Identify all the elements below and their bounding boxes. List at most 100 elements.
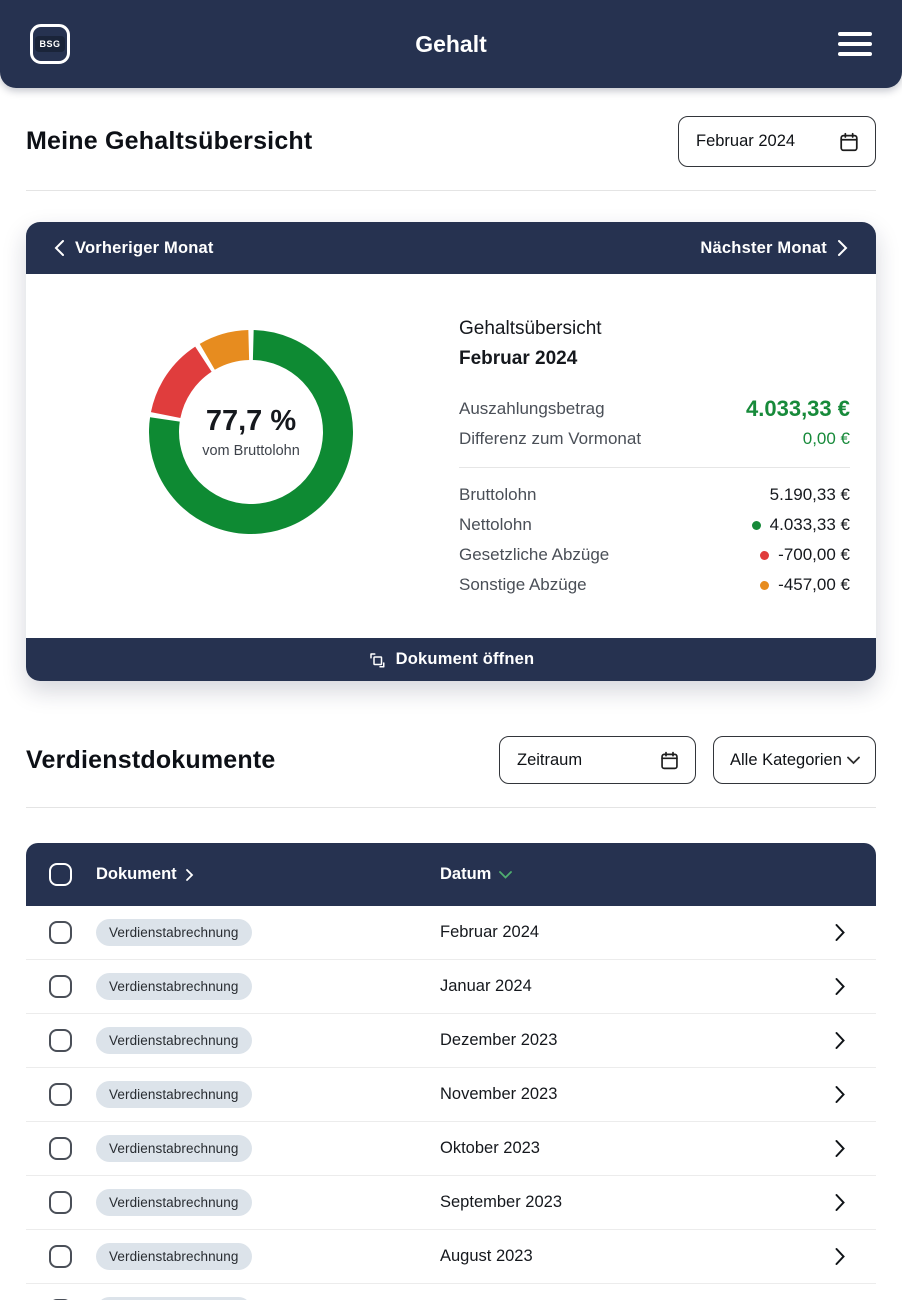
date-column-label: Datum <box>440 865 491 884</box>
salary-card-body: 77,7 % vom Bruttolohn Gehaltsübersicht F… <box>26 274 876 638</box>
document-type-badge: Verdienstabrechnung <box>96 919 252 946</box>
money-row: Sonstige Abzüge -457,00 € <box>459 570 850 600</box>
document-type-badge: Verdienstabrechnung <box>96 1135 252 1162</box>
select-all-checkbox[interactable] <box>49 863 72 886</box>
chevron-right-icon <box>837 239 848 257</box>
open-row-chevron-right-icon[interactable] <box>834 1031 846 1050</box>
documents-heading: Verdienstdokumente <box>26 746 276 775</box>
money-row-label: Sonstige Abzüge <box>459 575 587 595</box>
app-logo-text: BSG <box>35 36 64 52</box>
sort-chevron-down-icon <box>498 870 513 880</box>
donut-center-label: 77,7 % vom Bruttolohn <box>149 330 353 534</box>
app-header: BSG Gehalt <box>0 0 902 88</box>
document-type-cell: Verdienstabrechnung <box>96 1135 440 1162</box>
month-navigation: Vorheriger Monat Nächster Monat <box>26 222 876 274</box>
documents-table: Dokument Datum Verdienstabrechnung Febru… <box>26 843 876 1300</box>
document-row[interactable]: Verdienstabrechnung September 2023 <box>26 1176 876 1230</box>
row-checkbox[interactable] <box>49 1029 72 1052</box>
open-row-chevron-right-icon[interactable] <box>834 1139 846 1158</box>
document-row[interactable]: Verdienstabrechnung November 2023 <box>26 1068 876 1122</box>
category-select[interactable]: Alle Kategorien <box>713 736 876 784</box>
document-date: Oktober 2023 <box>440 1139 834 1158</box>
money-row: Bruttolohn 5.190,33 € <box>459 480 850 510</box>
calendar-icon <box>838 131 860 153</box>
money-row-value: -700,00 € <box>760 545 850 565</box>
open-row-chevron-right-icon[interactable] <box>834 923 846 942</box>
open-document-icon <box>368 651 386 669</box>
calendar-icon <box>659 750 680 771</box>
details-divider <box>459 467 850 468</box>
card-subtitle: Gehaltsübersicht <box>459 318 850 340</box>
document-type-cell: Verdienstabrechnung <box>96 1081 440 1108</box>
month-picker-value: Februar 2024 <box>696 132 795 151</box>
open-row-chevron-right-icon[interactable] <box>834 1247 846 1266</box>
table-header-row: Dokument Datum <box>26 843 876 906</box>
open-row-chevron-right-icon[interactable] <box>834 977 846 996</box>
money-row-label: Differenz zum Vormonat <box>459 429 641 449</box>
document-date: August 2023 <box>440 1247 834 1266</box>
column-header-document[interactable]: Dokument <box>96 865 440 884</box>
document-column-label: Dokument <box>96 865 177 884</box>
document-row[interactable]: Verdienstabrechnung Januar 2024 <box>26 960 876 1014</box>
document-row[interactable]: Verdienstabrechnung August 2023 <box>26 1230 876 1284</box>
chevron-left-icon <box>54 239 65 257</box>
next-month-button[interactable]: Nächster Monat <box>700 239 848 258</box>
document-date: Dezember 2023 <box>440 1031 834 1050</box>
previous-month-label: Vorheriger Monat <box>75 239 214 258</box>
next-month-label: Nächster Monat <box>700 239 827 258</box>
document-type-badge: Verdienstabrechnung <box>96 1027 252 1054</box>
document-type-badge: Verdienstabrechnung <box>96 1189 252 1216</box>
row-checkbox[interactable] <box>49 1245 72 1268</box>
legend-dot <box>760 581 769 590</box>
document-date: November 2023 <box>440 1085 834 1104</box>
zeitraum-date-filter[interactable]: Zeitraum <box>499 736 696 784</box>
document-row[interactable]: Verdienstabrechnung Oktober 2023 <box>26 1122 876 1176</box>
document-type-cell: Verdienstabrechnung <box>96 1027 440 1054</box>
document-type-cell: Verdienstabrechnung <box>96 1189 440 1216</box>
document-date: Januar 2024 <box>440 977 834 996</box>
document-row[interactable]: Verdienstabrechnung July 2023 <box>26 1284 876 1300</box>
document-filters: Zeitraum Alle Kategorien <box>499 736 876 784</box>
previous-month-button[interactable]: Vorheriger Monat <box>54 239 214 258</box>
money-row: Gesetzliche Abzüge -700,00 € <box>459 540 850 570</box>
open-row-chevron-right-icon[interactable] <box>834 1193 846 1212</box>
open-document-button[interactable]: Dokument öffnen <box>26 638 876 681</box>
card-month: Februar 2024 <box>459 348 850 370</box>
salary-card: Vorheriger Monat Nächster Monat 77,7 % v… <box>26 222 876 681</box>
open-row-chevron-right-icon[interactable] <box>834 1085 846 1104</box>
money-row-value: 4.033,33 € <box>752 515 850 535</box>
month-picker[interactable]: Februar 2024 <box>678 116 876 167</box>
money-row-label: Gesetzliche Abzüge <box>459 545 609 565</box>
document-type-cell: Verdienstabrechnung <box>96 919 440 946</box>
table-body: Verdienstabrechnung Februar 2024 Verdien… <box>26 906 876 1300</box>
money-row-label: Auszahlungsbetrag <box>459 399 605 419</box>
row-checkbox[interactable] <box>49 1083 72 1106</box>
summary-rows: Auszahlungsbetrag 4.033,33 € Differenz z… <box>459 394 850 454</box>
money-row-value: 4.033,33 € <box>746 396 850 422</box>
row-checkbox[interactable] <box>49 1191 72 1214</box>
money-row-label: Nettolohn <box>459 515 532 535</box>
money-row-value: 0,00 € <box>803 429 850 449</box>
chevron-right-icon <box>185 868 194 882</box>
overview-header: Meine Gehaltsübersicht Februar 2024 <box>26 116 876 167</box>
money-row-value: 5.190,33 € <box>770 485 850 505</box>
column-header-date-sort[interactable]: Datum <box>440 865 513 884</box>
document-row[interactable]: Verdienstabrechnung Dezember 2023 <box>26 1014 876 1068</box>
row-checkbox[interactable] <box>49 1137 72 1160</box>
row-checkbox[interactable] <box>49 975 72 998</box>
document-date: Februar 2024 <box>440 923 834 942</box>
money-row: Auszahlungsbetrag 4.033,33 € <box>459 394 850 424</box>
money-row-label: Bruttolohn <box>459 485 537 505</box>
breakdown-rows: Bruttolohn 5.190,33 € Nettolohn 4.033,33… <box>459 480 850 600</box>
document-type-badge: Verdienstabrechnung <box>96 1243 252 1270</box>
menu-icon[interactable] <box>838 28 872 60</box>
money-row: Nettolohn 4.033,33 € <box>459 510 850 540</box>
donut-percentage: 77,7 % <box>206 405 296 438</box>
document-row[interactable]: Verdienstabrechnung Februar 2024 <box>26 906 876 960</box>
money-row-value: -457,00 € <box>760 575 850 595</box>
document-type-badge: Verdienstabrechnung <box>96 973 252 1000</box>
row-checkbox[interactable] <box>49 921 72 944</box>
open-document-label: Dokument öffnen <box>396 650 535 669</box>
divider <box>26 807 876 808</box>
overview-heading: Meine Gehaltsübersicht <box>26 127 312 156</box>
